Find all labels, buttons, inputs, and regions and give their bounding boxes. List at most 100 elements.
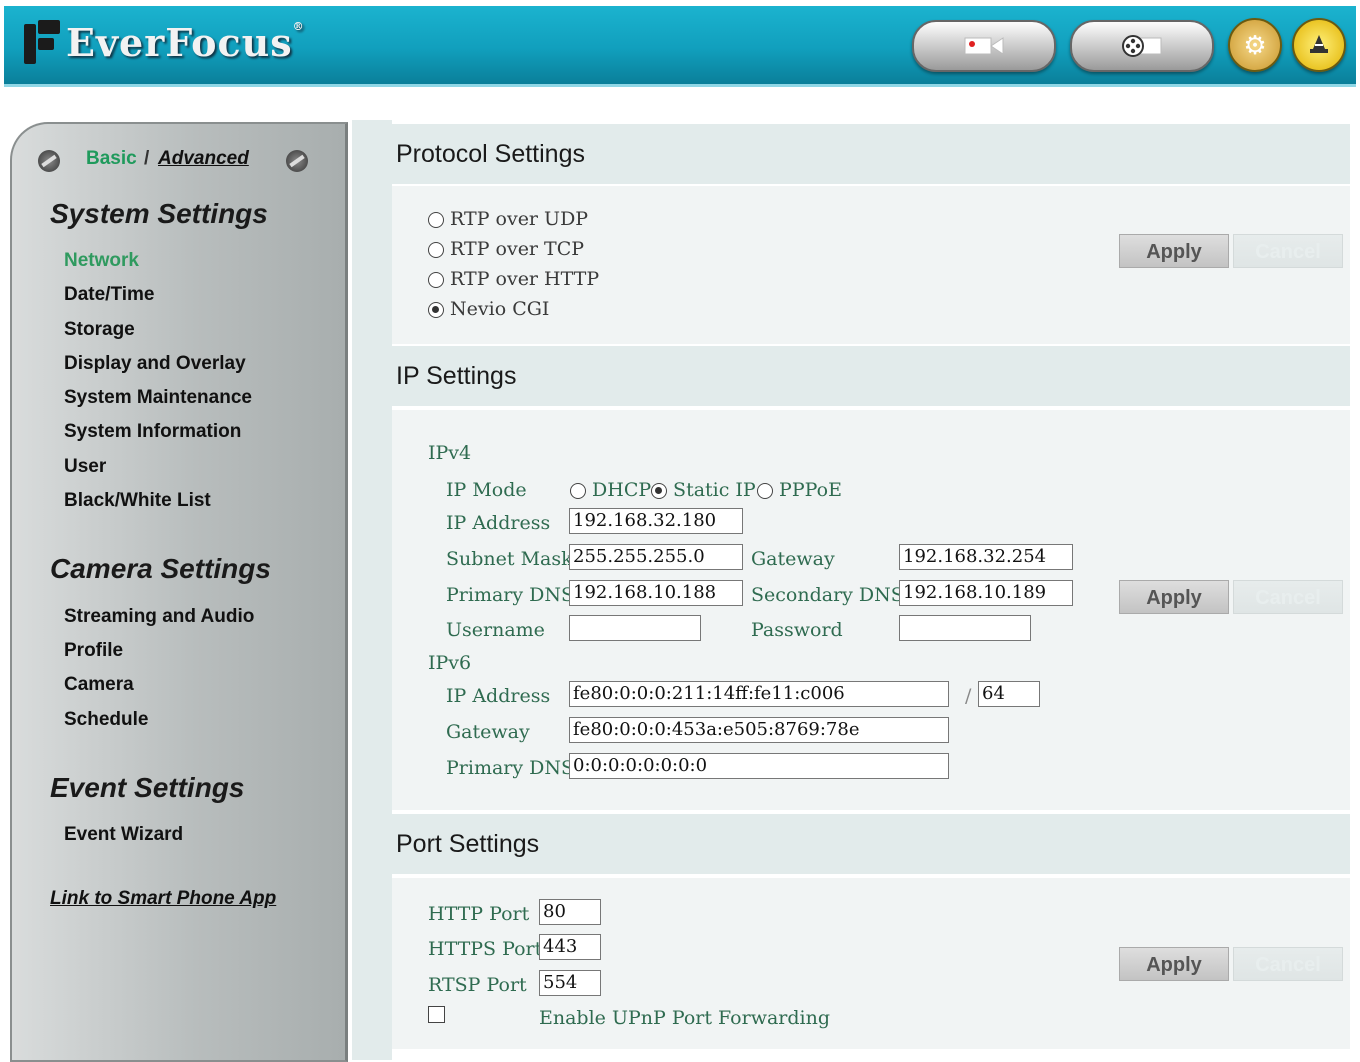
ip-settings-title: IP Settings: [396, 362, 517, 390]
advanced-mode-link[interactable]: Advanced: [158, 148, 249, 170]
radio-icon[interactable]: [570, 483, 586, 499]
settings-gear-icon: ⚙: [1243, 29, 1267, 60]
subnet-mask-label: Subnet Mask: [446, 548, 573, 570]
system-settings-heading: System Settings: [50, 198, 268, 229]
ipv6-address-label: IP Address: [446, 685, 551, 707]
live-view-icon: [964, 37, 1004, 55]
upnp-checkbox[interactable]: [428, 1006, 445, 1023]
wizard-button[interactable]: [1292, 18, 1346, 72]
secondary-dns-input[interactable]: 192.168.10.189: [899, 580, 1073, 606]
protocol-cancel-button[interactable]: Cancel: [1233, 234, 1343, 268]
mode-switch: Basic / Advanced: [38, 148, 318, 174]
logo-mark-icon: [24, 20, 60, 64]
radio-icon[interactable]: [757, 483, 773, 499]
sidebar-item-system-information[interactable]: System Information: [64, 421, 241, 443]
radio-selected-icon[interactable]: [428, 302, 444, 318]
ipv6-address-input[interactable]: fe80:0:0:0:211:14ff:fe11:c006: [569, 681, 949, 707]
ipv6-gateway-input[interactable]: fe80:0:0:0:453a:e505:8769:78e: [569, 717, 949, 743]
top-bar: EverFocus® ⚙: [4, 6, 1356, 87]
rtsp-port-label: RTSP Port: [428, 974, 527, 996]
radio-selected-icon[interactable]: [651, 483, 667, 499]
ip-mode-option-label: DHCP: [592, 479, 652, 501]
username-input[interactable]: [569, 615, 701, 641]
ip-mode-static[interactable]: Static IP: [651, 479, 756, 501]
sidebar-item-display-overlay[interactable]: Display and Overlay: [64, 353, 246, 375]
radio-icon[interactable]: [428, 242, 444, 258]
everfocus-logo: EverFocus®: [24, 16, 305, 68]
primary-dns-input[interactable]: 192.168.10.188: [569, 580, 743, 606]
username-label: Username: [446, 619, 545, 641]
ip-settings-panel: IPv4 IP Mode DHCP Static IP PPPoE IP Add…: [392, 410, 1350, 810]
subnet-mask-input[interactable]: 255.255.255.0: [569, 544, 743, 570]
radio-icon[interactable]: [428, 272, 444, 288]
sidebar-item-storage[interactable]: Storage: [64, 319, 135, 341]
registered-mark: ®: [292, 19, 305, 33]
upnp-label: Enable UPnP Port Forwarding: [539, 1007, 831, 1029]
screw-icon: [286, 150, 308, 172]
protocol-option-rtp-udp[interactable]: RTP over UDP: [428, 208, 588, 230]
protocol-option-rtp-http[interactable]: RTP over HTTP: [428, 268, 599, 290]
protocol-option-label: Nevio CGI: [450, 298, 550, 320]
https-port-label: HTTPS Port: [428, 938, 543, 960]
https-port-input[interactable]: 443: [539, 934, 601, 960]
settings-button[interactable]: ⚙: [1228, 18, 1282, 72]
basic-mode-link[interactable]: Basic: [86, 148, 137, 170]
sidebar-item-camera[interactable]: Camera: [64, 674, 134, 696]
live-view-button[interactable]: [912, 20, 1056, 72]
ip-settings-header: IP Settings: [392, 346, 1350, 406]
screw-icon: [38, 150, 60, 172]
sidebar-item-date-time[interactable]: Date/Time: [64, 284, 154, 306]
protocol-option-nevio-cgi[interactable]: Nevio CGI: [428, 298, 549, 320]
protocol-option-rtp-tcp[interactable]: RTP over TCP: [428, 238, 584, 260]
sidebar-item-black-white-list[interactable]: Black/White List: [64, 490, 211, 512]
prefix-separator: /: [965, 685, 972, 707]
ip-mode-pppoe[interactable]: PPPoE: [757, 479, 842, 501]
ip-mode-dhcp[interactable]: DHCP: [570, 479, 651, 501]
port-apply-button[interactable]: Apply: [1119, 947, 1229, 981]
wizard-icon: [1310, 35, 1328, 53]
sidebar-item-profile[interactable]: Profile: [64, 640, 123, 662]
sidebar-item-schedule[interactable]: Schedule: [64, 709, 148, 731]
playback-icon: [1122, 35, 1162, 57]
port-cancel-button[interactable]: Cancel: [1233, 947, 1343, 981]
password-input[interactable]: [899, 615, 1031, 641]
ipv4-label: IPv4: [428, 442, 472, 464]
sidebar-item-system-maintenance[interactable]: System Maintenance: [64, 387, 252, 409]
http-port-label: HTTP Port: [428, 903, 530, 925]
port-settings-title: Port Settings: [396, 830, 540, 858]
ip-mode-option-label: PPPoE: [779, 479, 842, 501]
port-settings-header: Port Settings: [392, 814, 1350, 874]
content-gutter: [352, 120, 392, 1060]
sidebar-item-event-wizard[interactable]: Event Wizard: [64, 824, 183, 846]
protocol-apply-button[interactable]: Apply: [1119, 234, 1229, 268]
rtsp-port-input[interactable]: 554: [539, 970, 601, 996]
playback-button[interactable]: [1070, 20, 1214, 72]
camera-settings-heading: Camera Settings: [50, 553, 271, 584]
sidebar-item-streaming-audio[interactable]: Streaming and Audio: [64, 606, 254, 628]
ip-mode-label: IP Mode: [446, 479, 527, 501]
protocol-settings-header: Protocol Settings: [392, 124, 1350, 184]
radio-icon[interactable]: [428, 212, 444, 228]
secondary-dns-label: Secondary DNS: [751, 584, 904, 606]
ip-address-input[interactable]: 192.168.32.180: [569, 508, 743, 534]
protocol-settings-title: Protocol Settings: [396, 140, 585, 168]
ip-cancel-button[interactable]: Cancel: [1233, 580, 1343, 614]
ip-apply-button[interactable]: Apply: [1119, 580, 1229, 614]
primary-dns-label: Primary DNS: [446, 584, 575, 606]
event-settings-heading: Event Settings: [50, 772, 245, 803]
ipv6-label: IPv6: [428, 652, 472, 674]
port-settings-panel: HTTP Port 80 HTTPS Port 443 RTSP Port 55…: [392, 878, 1350, 1049]
ipv6-dns-input[interactable]: 0:0:0:0:0:0:0:0: [569, 753, 949, 779]
password-label: Password: [751, 619, 843, 641]
sidebar-item-network[interactable]: Network: [64, 250, 139, 272]
protocol-settings-panel: RTP over UDP RTP over TCP RTP over HTTP …: [392, 186, 1350, 344]
gateway-label: Gateway: [751, 548, 835, 570]
smart-phone-app-link[interactable]: Link to Smart Phone App: [50, 888, 276, 910]
http-port-input[interactable]: 80: [539, 899, 601, 925]
ip-address-label: IP Address: [446, 512, 551, 534]
protocol-option-label: RTP over TCP: [450, 238, 585, 260]
gateway-input[interactable]: 192.168.32.254: [899, 544, 1073, 570]
ipv6-prefix-input[interactable]: 64: [978, 681, 1040, 707]
ip-mode-option-label: Static IP: [673, 479, 756, 501]
sidebar-item-user[interactable]: User: [64, 456, 106, 478]
